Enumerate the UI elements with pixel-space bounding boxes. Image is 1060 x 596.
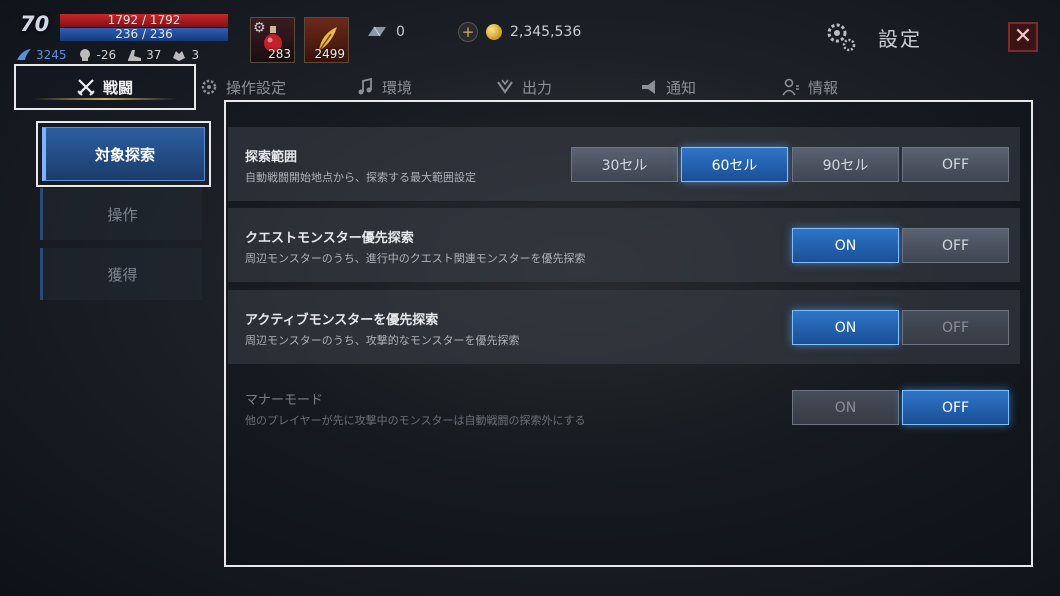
setting-title: マナーモード xyxy=(245,393,324,408)
gem-currency: 0 xyxy=(366,22,405,42)
stat-skull: -26 xyxy=(77,48,116,62)
skull-icon xyxy=(79,49,90,61)
music-note-icon xyxy=(358,78,372,95)
megaphone-icon xyxy=(642,80,655,94)
active-monster-on-button[interactable]: ON xyxy=(792,310,899,345)
boot-icon xyxy=(128,50,142,61)
setting-title: クエストモンスター優先探索 xyxy=(245,231,414,246)
setting-search-range: 探索範囲 自動戦闘開始地点から、探索する最大範囲設定 30セル 60セル 90セ… xyxy=(228,127,1020,201)
scroll-slot[interactable]: 2499 xyxy=(304,17,349,63)
manner-mode-on-button[interactable]: ON xyxy=(792,390,899,425)
subnav-target-search[interactable]: 対象探索 xyxy=(36,121,211,187)
beast-icon xyxy=(173,51,186,61)
wing-icon xyxy=(17,49,31,60)
setting-desc: 他のプレイヤーが先に攻撃中のモンスターは自動戦闘の探索外にする xyxy=(245,414,586,427)
close-button[interactable]: ✕ xyxy=(1008,22,1038,52)
setting-active-monster: アクティブモンスターを優先探索 周辺モンスターのうち、攻撃的なモンスターを優先探… xyxy=(228,290,1020,364)
mp-bar: 236 / 236 xyxy=(60,28,228,41)
gold-currency: + 2,345,536 xyxy=(458,22,581,42)
gear-icon xyxy=(201,79,217,95)
manner-mode-off-button[interactable]: OFF xyxy=(902,390,1009,425)
person-info-icon xyxy=(782,78,799,96)
setting-desc: 周辺モンスターのうち、攻撃的なモンスターを優先探索 xyxy=(245,334,520,347)
subnav-acquire[interactable]: 獲得 xyxy=(40,248,202,300)
range-60-button[interactable]: 60セル xyxy=(681,147,788,182)
quest-monster-on-button[interactable]: ON xyxy=(792,228,899,263)
player-level: 70 xyxy=(20,12,50,36)
setting-manner-mode: マナーモード 他のプレイヤーが先に攻撃中のモンスターは自動戦闘の探索外にする O… xyxy=(228,371,1020,445)
output-icon xyxy=(497,79,513,94)
setting-desc: 周辺モンスターのうち、進行中のクエスト関連モンスターを優先探索 xyxy=(245,252,586,265)
potion-slot[interactable]: ⚙ 283 xyxy=(250,17,295,63)
range-30-button[interactable]: 30セル xyxy=(571,147,678,182)
setting-quest-monster: クエストモンスター優先探索 周辺モンスターのうち、進行中のクエスト関連モンスター… xyxy=(228,208,1020,282)
crossed-swords-icon xyxy=(77,79,95,96)
stats-row: 3245 -26 37 3 xyxy=(16,47,199,63)
gem-icon xyxy=(368,26,386,37)
stat-power: 3245 xyxy=(16,48,67,62)
quest-monster-off-button[interactable]: OFF xyxy=(902,228,1009,263)
gold-coin-icon xyxy=(486,24,502,40)
stat-boot: 37 xyxy=(126,48,161,62)
stat-beast: 3 xyxy=(171,48,199,62)
setting-title: 探索範囲 xyxy=(245,150,298,165)
subnav-operation[interactable]: 操作 xyxy=(40,188,202,240)
setting-desc: 自動戦闘開始地点から、探索する最大範囲設定 xyxy=(245,171,476,184)
settings-gear-icon xyxy=(827,23,856,52)
page-title: 設定 xyxy=(878,27,922,51)
active-monster-off-button[interactable]: OFF xyxy=(902,310,1009,345)
setting-title: アクティブモンスターを優先探索 xyxy=(245,313,439,328)
hp-bar: 1792 / 1792 xyxy=(60,14,228,27)
add-gold-button[interactable]: + xyxy=(458,22,478,42)
range-off-button[interactable]: OFF xyxy=(902,147,1009,182)
range-90-button[interactable]: 90セル xyxy=(792,147,899,182)
tab-battle[interactable]: 戦闘 xyxy=(14,64,196,110)
